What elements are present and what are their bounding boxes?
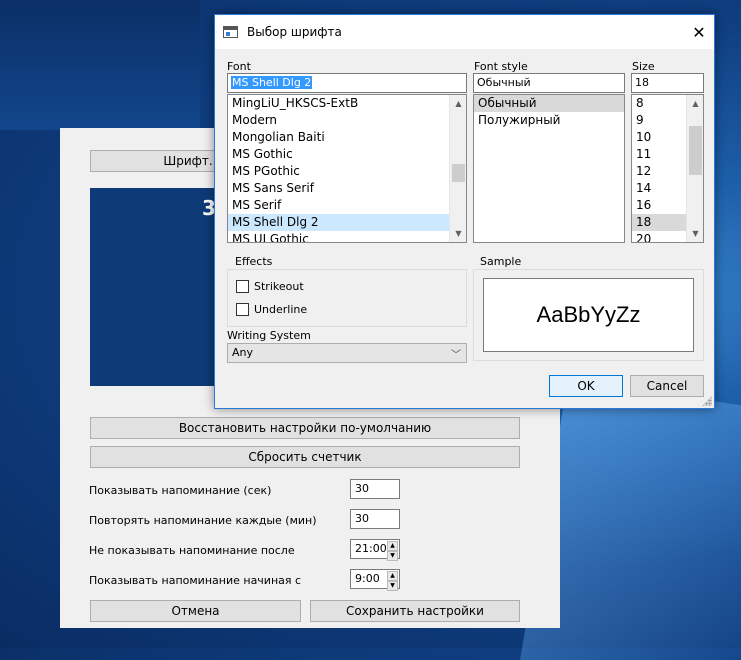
- font-style-listbox[interactable]: Обычный Полужирный: [473, 94, 625, 243]
- show-reminder-input[interactable]: 30: [350, 479, 400, 499]
- writing-system-combo[interactable]: Any ﹀: [227, 343, 467, 363]
- font-list-scrollbar[interactable]: ▲ ▼: [449, 95, 466, 242]
- resize-grip-icon[interactable]: [702, 396, 712, 406]
- spin-arrows[interactable]: ▲ ▼: [387, 541, 398, 561]
- sample-preview: AaBbYyZz: [483, 278, 694, 352]
- font-style-item[interactable]: Обычный: [474, 95, 624, 112]
- dont-show-after-value: 21:00: [355, 542, 387, 555]
- underline-checkbox[interactable]: [236, 303, 249, 316]
- scroll-thumb[interactable]: [689, 126, 702, 175]
- strikeout-checkbox[interactable]: [236, 280, 249, 293]
- dialog-title: Выбор шрифта: [247, 25, 342, 39]
- reset-counter-button[interactable]: Сбросить счетчик: [90, 446, 520, 468]
- font-list-item[interactable]: MS UI Gothic: [228, 231, 466, 242]
- chevron-up-icon[interactable]: ▲: [687, 95, 703, 112]
- font-list-item[interactable]: Modern: [228, 112, 466, 129]
- cancel-button[interactable]: Отмена: [90, 600, 301, 622]
- show-from-spinbox[interactable]: 9:00 ▲ ▼: [350, 569, 400, 591]
- spin-down-icon[interactable]: ▼: [387, 551, 398, 561]
- font-name-input[interactable]: MS Shell Dlg 2: [227, 73, 467, 93]
- font-list-item[interactable]: MS PGothic: [228, 163, 466, 180]
- restore-defaults-button[interactable]: Восстановить настройки по-умолчанию: [90, 417, 520, 439]
- repeat-reminder-input[interactable]: 30: [350, 509, 400, 529]
- desktop-background-dark: [0, 0, 200, 130]
- close-icon[interactable]: ✕: [684, 15, 714, 49]
- chevron-up-icon[interactable]: ▲: [450, 95, 466, 112]
- repeat-reminder-label: Повторять напоминание каждые (мин): [89, 514, 317, 527]
- dont-show-after-spinbox[interactable]: 21:00 ▲ ▼: [350, 539, 400, 561]
- font-style-item[interactable]: Полужирный: [474, 112, 624, 129]
- font-dialog: Выбор шрифта ✕ Font MS Shell Dlg 2 MingL…: [214, 14, 715, 409]
- chevron-down-icon[interactable]: ▼: [450, 225, 466, 242]
- effects-label: Effects: [232, 255, 276, 268]
- spin-arrows[interactable]: ▲ ▼: [387, 571, 398, 591]
- font-listbox[interactable]: MingLiU_HKSCS-ExtB Modern Mongolian Baiti M…: [227, 94, 467, 243]
- dont-show-after-label: Не показывать напоминание после: [89, 544, 295, 557]
- ok-button[interactable]: OK: [549, 375, 623, 397]
- font-list: MingLiU_HKSCS-ExtB Modern Mongolian Baiti M…: [228, 95, 466, 242]
- strikeout-checkbox-row[interactable]: Strikeout: [236, 280, 304, 293]
- spin-down-icon[interactable]: ▼: [387, 581, 398, 591]
- font-name-value: MS Shell Dlg 2: [231, 76, 313, 89]
- chevron-down-icon: ﹀: [451, 350, 461, 361]
- font-list-item[interactable]: MS Gothic: [228, 146, 466, 163]
- underline-checkbox-row[interactable]: Underline: [236, 303, 307, 316]
- font-list-item[interactable]: Mongolian Baiti: [228, 129, 466, 146]
- size-list-scrollbar[interactable]: ▲ ▼: [686, 95, 703, 242]
- writing-system-value: Any: [232, 346, 254, 359]
- chevron-down-icon[interactable]: ▼: [687, 225, 703, 242]
- window-icon: [223, 26, 238, 38]
- font-list-item[interactable]: MS Serif: [228, 197, 466, 214]
- save-settings-button[interactable]: Сохранить настройки: [310, 600, 520, 622]
- size-label: Size: [632, 60, 655, 73]
- font-style-list: Обычный Полужирный: [474, 95, 624, 129]
- strikeout-label: Strikeout: [254, 280, 304, 293]
- font-label: Font: [227, 60, 251, 73]
- show-from-label: Показывать напоминание начиная с: [89, 574, 302, 587]
- size-listbox[interactable]: 8 9 10 11 12 14 16 18 20 ▲ ▼: [631, 94, 704, 243]
- effects-groupbox: [227, 269, 467, 327]
- spin-up-icon[interactable]: ▲: [387, 541, 398, 551]
- font-list-item[interactable]: MS Sans Serif: [228, 180, 466, 197]
- show-from-value: 9:00: [355, 572, 380, 585]
- preview-area: [90, 188, 218, 386]
- font-style-label: Font style: [474, 60, 528, 73]
- font-style-input[interactable]: Обычный: [473, 73, 625, 93]
- font-list-item[interactable]: MingLiU_HKSCS-ExtB: [228, 95, 466, 112]
- dialog-titlebar[interactable]: Выбор шрифта ✕: [215, 15, 714, 49]
- spin-up-icon[interactable]: ▲: [387, 571, 398, 581]
- cancel-button[interactable]: Cancel: [630, 375, 704, 397]
- scroll-thumb[interactable]: [452, 164, 465, 182]
- writing-system-label: Writing System: [227, 329, 311, 342]
- font-list-item[interactable]: MS Shell Dlg 2: [228, 214, 466, 231]
- size-input[interactable]: 18: [631, 73, 704, 93]
- underline-label: Underline: [254, 303, 308, 316]
- show-reminder-label: Показывать напоминание (сек): [89, 484, 272, 497]
- sample-label: Sample: [477, 255, 525, 268]
